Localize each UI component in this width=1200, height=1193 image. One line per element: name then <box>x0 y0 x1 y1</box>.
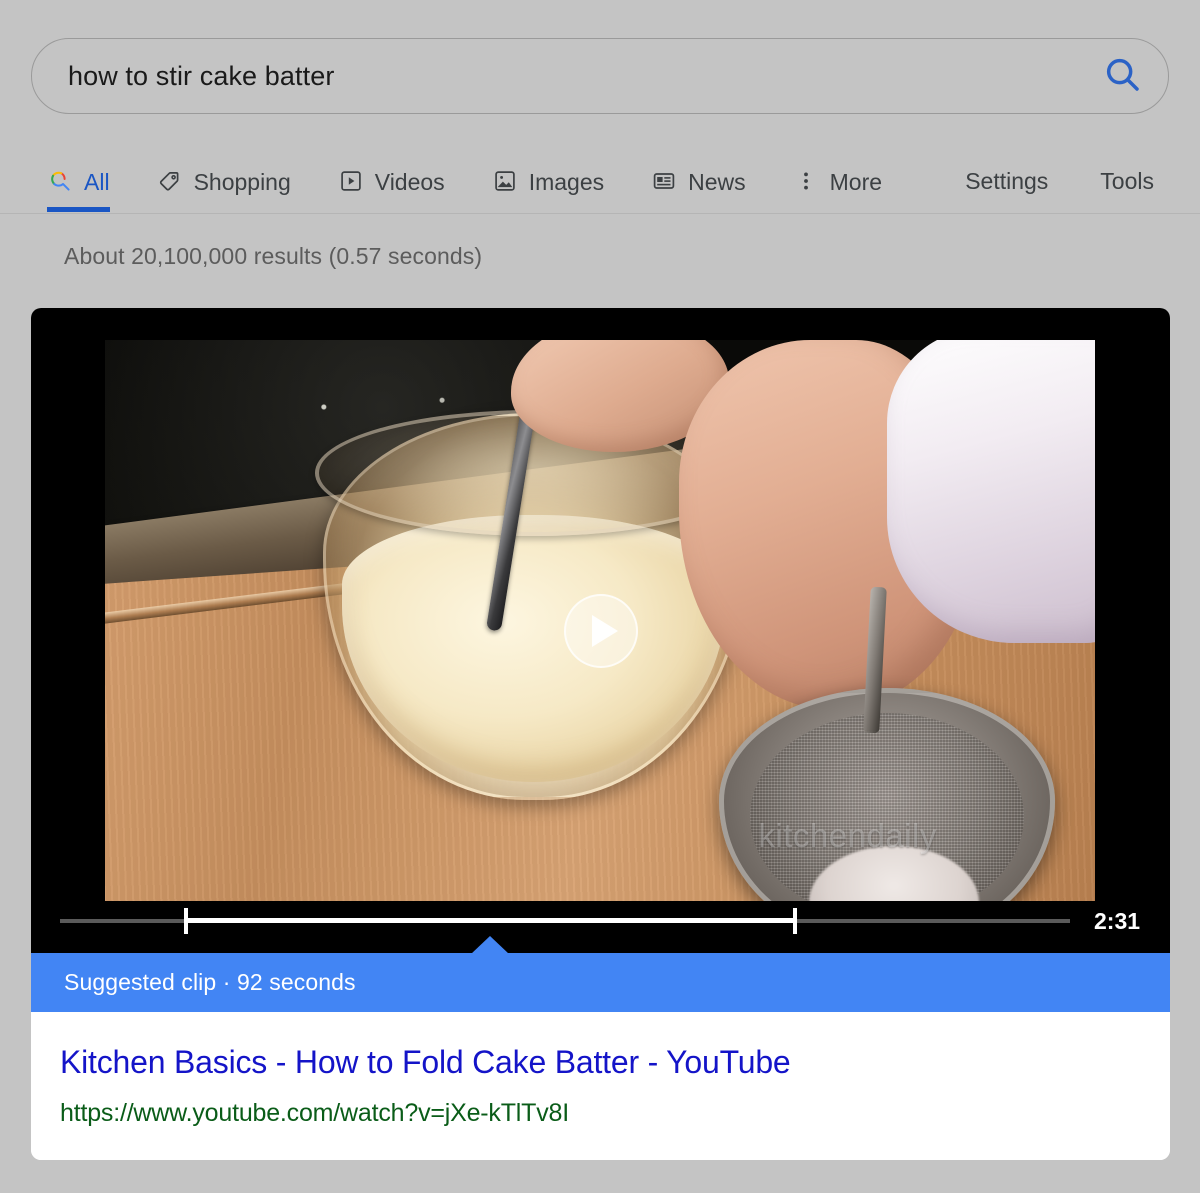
video-player[interactable]: kitchendaily 0:18 2:31 <box>31 308 1170 953</box>
tab-label: Videos <box>374 168 445 195</box>
tab-images[interactable]: Images <box>492 150 625 212</box>
tab-label: Images <box>528 168 605 195</box>
suggested-clip-bar: Suggested clip · 92 seconds <box>31 936 1170 1012</box>
flour-sifter <box>718 687 1056 901</box>
clip-pointer-arrow <box>471 936 509 954</box>
suggested-clip-range[interactable] <box>185 918 795 923</box>
tabs-left-group: All Shopping Videos Images News More <box>47 150 929 216</box>
play-button[interactable] <box>563 593 638 668</box>
result-text-block: Kitchen Basics - How to Fold Cake Batter… <box>31 1012 1170 1160</box>
tab-news[interactable]: News <box>651 150 767 212</box>
play-icon <box>591 614 618 647</box>
result-title-link[interactable]: Kitchen Basics - How to Fold Cake Batter… <box>60 1044 791 1081</box>
video-result-card: kitchendaily 0:18 2:31 Suggested clip · … <box>31 308 1170 1160</box>
tab-label: More <box>829 168 883 195</box>
tab-videos[interactable]: Videos <box>338 150 466 212</box>
video-play-icon <box>338 168 364 194</box>
video-progress-bar[interactable]: 2:31 <box>31 908 1170 953</box>
result-stats: About 20,100,000 results (0.57 seconds) <box>64 243 483 269</box>
tab-more[interactable]: More <box>793 150 903 212</box>
tabbar-divider <box>0 213 1200 214</box>
search-submit-button[interactable] <box>1078 39 1168 113</box>
more-vertical-icon <box>793 168 819 194</box>
search-icon <box>47 168 73 194</box>
clip-end-marker[interactable] <box>793 908 797 934</box>
tools-link[interactable]: Tools <box>1100 168 1154 195</box>
tag-icon <box>157 168 183 194</box>
settings-link[interactable]: Settings <box>965 168 1048 195</box>
tab-shopping[interactable]: Shopping <box>157 150 312 212</box>
result-url[interactable]: https://www.youtube.com/watch?v=jXe-kTlT… <box>60 1099 569 1128</box>
cake-batter <box>342 515 725 783</box>
tab-label: News <box>688 168 746 195</box>
search-tabs: All Shopping Videos Images News More Set… <box>0 150 1200 216</box>
image-icon <box>492 168 518 194</box>
chef-sleeve <box>887 340 1095 643</box>
search-bar[interactable] <box>31 38 1169 114</box>
suggested-clip-label: Suggested clip · 92 seconds <box>64 969 356 995</box>
video-duration: 2:31 <box>1094 908 1141 934</box>
tab-all[interactable]: All <box>47 150 131 212</box>
tab-label: Shopping <box>193 168 291 195</box>
tab-label: All <box>84 168 110 195</box>
search-input[interactable] <box>32 60 1078 92</box>
search-icon <box>1103 55 1143 98</box>
clip-start-marker[interactable] <box>184 908 188 934</box>
tabs-right-group: Settings Tools <box>965 150 1154 212</box>
newspaper-icon <box>651 168 677 194</box>
